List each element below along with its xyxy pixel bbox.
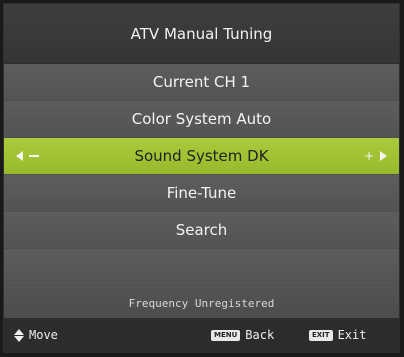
- atv-manual-tuning-menu: ATV Manual Tuning Current CH 1 Color Sys…: [3, 3, 400, 353]
- left-arrow-icon[interactable]: [16, 151, 23, 161]
- exit-hint[interactable]: EXIT Exit: [309, 328, 366, 342]
- plus-icon: +: [363, 149, 374, 163]
- menu-item-color-system[interactable]: Color System Auto: [4, 101, 399, 137]
- menu-item-search[interactable]: Search: [4, 212, 399, 248]
- menu-item-current-channel[interactable]: Current CH 1: [4, 64, 399, 100]
- menu-item-empty: [4, 249, 399, 285]
- exit-label: Exit: [337, 328, 367, 342]
- back-label: Back: [245, 328, 275, 342]
- increase-control[interactable]: +: [364, 150, 387, 162]
- menu-item-label: Color System Auto: [131, 110, 272, 128]
- menu-item-sound-system[interactable]: Sound System DK +: [4, 138, 399, 174]
- menu-title: ATV Manual Tuning: [4, 4, 399, 64]
- right-arrow-icon[interactable]: [380, 151, 387, 161]
- menu-list: Current CH 1 Color System Auto Sound Sys…: [4, 64, 399, 321]
- minus-icon: [29, 155, 39, 157]
- menu-item-fine-tune[interactable]: Fine-Tune: [4, 175, 399, 211]
- menu-key-badge: MENU: [211, 329, 241, 341]
- menu-item-label: Sound System DK: [134, 147, 269, 165]
- move-hint: Move: [14, 328, 58, 342]
- decrease-control[interactable]: [16, 151, 39, 161]
- move-label: Move: [29, 328, 58, 342]
- back-hint[interactable]: MENU Back: [211, 328, 274, 342]
- menu-item-label: Fine-Tune: [166, 184, 237, 202]
- menu-item-label: Search: [175, 221, 228, 239]
- up-down-arrows-icon: [14, 328, 24, 342]
- frequency-status: Frequency Unregistered: [4, 286, 399, 321]
- exit-key-badge: EXIT: [309, 329, 333, 341]
- menu-item-label: Current CH 1: [152, 73, 251, 91]
- footer-hints: Move MENU Back EXIT Exit: [4, 318, 399, 352]
